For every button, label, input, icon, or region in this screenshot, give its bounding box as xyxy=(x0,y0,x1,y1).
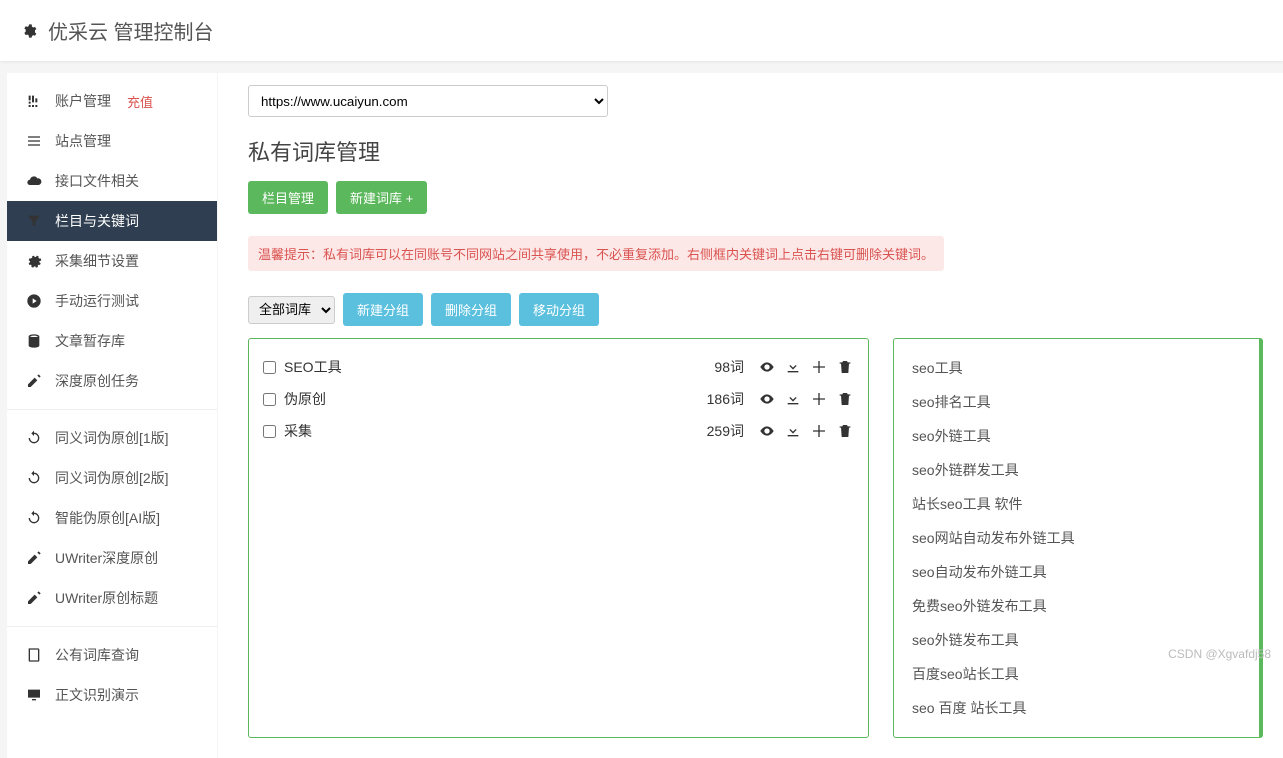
library-checkbox[interactable] xyxy=(263,425,276,438)
main-content: https://www.ucaiyun.com 私有词库管理 栏目管理 新建词库… xyxy=(218,73,1283,758)
recharge-badge: 充值 xyxy=(127,92,153,111)
page-brand: 优采云 管理控制台 xyxy=(48,16,214,45)
sidebar-item-a6[interactable]: 文章暂存库 xyxy=(7,321,217,361)
sidebar-item-label: 正文识别演示 xyxy=(55,685,139,705)
keyword-item[interactable]: 站长seo工具 软件 xyxy=(908,487,1245,521)
trash-icon[interactable] xyxy=(836,422,854,440)
sidebar-item-label: 深度原创任务 xyxy=(55,371,139,391)
keyword-item[interactable]: seo外链群发工具 xyxy=(908,453,1245,487)
edit-icon xyxy=(25,372,43,390)
sidebar-item-label: 公有词库查询 xyxy=(55,645,139,665)
library-panel: SEO工具 98词伪原创 186词采集 259词 xyxy=(248,338,869,738)
eye-icon[interactable] xyxy=(758,358,776,376)
plus-icon[interactable] xyxy=(810,358,828,376)
sidebar-item-a5[interactable]: 手动运行测试 xyxy=(7,281,217,321)
keyword-item[interactable]: seo自动发布外链工具 xyxy=(908,555,1245,589)
sidebar-item-a4[interactable]: 采集细节设置 xyxy=(7,241,217,281)
refresh-icon xyxy=(25,429,43,447)
library-checkbox[interactable] xyxy=(263,361,276,374)
watermark: CSDN @Xgvafdj58 xyxy=(1168,647,1271,661)
sidebar-item-label: 智能伪原创[AI版] xyxy=(55,508,160,528)
edit-icon xyxy=(25,549,43,567)
book-icon xyxy=(25,646,43,664)
gear-icon xyxy=(20,22,38,40)
library-name: 采集 xyxy=(284,421,699,441)
sidebar: 账户管理充值站点管理接口文件相关栏目与关键词采集细节设置手动运行测试文章暂存库深… xyxy=(7,73,217,758)
monitor-icon xyxy=(25,686,43,704)
page-title: 私有词库管理 xyxy=(248,135,1263,167)
download-icon[interactable] xyxy=(784,422,802,440)
trash-icon[interactable] xyxy=(836,358,854,376)
library-row: 伪原创 186词 xyxy=(263,383,854,415)
gears-icon xyxy=(25,252,43,270)
sidebar-item-label: 手动运行测试 xyxy=(55,291,139,311)
sidebar-item-label: 文章暂存库 xyxy=(55,331,125,351)
sidebar-item-label: UWriter深度原创 xyxy=(55,548,158,568)
keyword-item[interactable]: seo外链工具 xyxy=(908,419,1245,453)
keyword-item[interactable]: 百度seo站长工具 xyxy=(908,657,1245,691)
library-name: SEO工具 xyxy=(284,357,706,377)
bars-icon xyxy=(25,92,43,110)
keyword-item[interactable]: 免费seo外链发布工具 xyxy=(908,589,1245,623)
library-name: 伪原创 xyxy=(284,389,699,409)
library-count: 98词 xyxy=(714,357,744,377)
sidebar-item-label: 接口文件相关 xyxy=(55,171,139,191)
edit-icon xyxy=(25,589,43,607)
cloud-icon xyxy=(25,172,43,190)
keyword-panel: seo工具seo排名工具seo外链工具seo外链群发工具站长seo工具 软件se… xyxy=(893,338,1263,738)
library-count: 259词 xyxy=(707,421,744,441)
play-icon xyxy=(25,292,43,310)
sidebar-item-a2[interactable]: 接口文件相关 xyxy=(7,161,217,201)
sidebar-item-label: 栏目与关键词 xyxy=(55,211,139,231)
move-group-button[interactable]: 移动分组 xyxy=(519,293,599,326)
sidebar-item-b4[interactable]: UWriter原创标题 xyxy=(7,578,217,618)
sidebar-item-a1[interactable]: 站点管理 xyxy=(7,121,217,161)
library-count: 186词 xyxy=(707,389,744,409)
sidebar-item-b0[interactable]: 同义词伪原创[1版] xyxy=(7,418,217,458)
plus-icon[interactable] xyxy=(810,390,828,408)
refresh-icon xyxy=(25,469,43,487)
library-checkbox[interactable] xyxy=(263,393,276,406)
eye-icon[interactable] xyxy=(758,390,776,408)
sidebar-item-c0[interactable]: 公有词库查询 xyxy=(7,635,217,675)
new-library-button[interactable]: 新建词库 + xyxy=(336,181,427,214)
sidebar-item-label: 账户管理 xyxy=(55,91,111,111)
eye-icon[interactable] xyxy=(758,422,776,440)
sidebar-item-label: 采集细节设置 xyxy=(55,251,139,271)
sidebar-item-label: 同义词伪原创[2版] xyxy=(55,468,169,488)
sidebar-item-label: 站点管理 xyxy=(55,131,111,151)
sidebar-item-a3[interactable]: 栏目与关键词 xyxy=(7,201,217,241)
plus-icon[interactable] xyxy=(810,422,828,440)
sidebar-item-label: 同义词伪原创[1版] xyxy=(55,428,169,448)
new-group-button[interactable]: 新建分组 xyxy=(343,293,423,326)
download-icon[interactable] xyxy=(784,358,802,376)
sidebar-item-b2[interactable]: 智能伪原创[AI版] xyxy=(7,498,217,538)
header: 优采云 管理控制台 xyxy=(0,0,1283,61)
filter-icon xyxy=(25,212,43,230)
sidebar-item-a0[interactable]: 账户管理充值 xyxy=(7,81,217,121)
sidebar-item-b1[interactable]: 同义词伪原创[2版] xyxy=(7,458,217,498)
keyword-item[interactable]: seo工具 xyxy=(908,351,1245,385)
sidebar-item-b3[interactable]: UWriter深度原创 xyxy=(7,538,217,578)
keyword-item[interactable]: seo网站自动发布外链工具 xyxy=(908,521,1245,555)
list-icon xyxy=(25,132,43,150)
sidebar-item-c1[interactable]: 正文识别演示 xyxy=(7,675,217,715)
group-select[interactable]: 全部词库 xyxy=(248,296,335,324)
keyword-item[interactable]: seo 百度 站长工具 xyxy=(908,691,1245,725)
sidebar-item-label: UWriter原创标题 xyxy=(55,588,158,608)
column-manage-button[interactable]: 栏目管理 xyxy=(248,181,328,214)
download-icon[interactable] xyxy=(784,390,802,408)
library-row: SEO工具 98词 xyxy=(263,351,854,383)
hint-text: 温馨提示：私有词库可以在同账号不同网站之间共享使用，不必重复添加。右侧框内关键词… xyxy=(248,236,944,271)
library-row: 采集 259词 xyxy=(263,415,854,447)
refresh-icon xyxy=(25,509,43,527)
db-icon xyxy=(25,332,43,350)
trash-icon[interactable] xyxy=(836,390,854,408)
site-select[interactable]: https://www.ucaiyun.com xyxy=(248,85,608,117)
sidebar-item-a7[interactable]: 深度原创任务 xyxy=(7,361,217,401)
delete-group-button[interactable]: 删除分组 xyxy=(431,293,511,326)
keyword-item[interactable]: seo排名工具 xyxy=(908,385,1245,419)
